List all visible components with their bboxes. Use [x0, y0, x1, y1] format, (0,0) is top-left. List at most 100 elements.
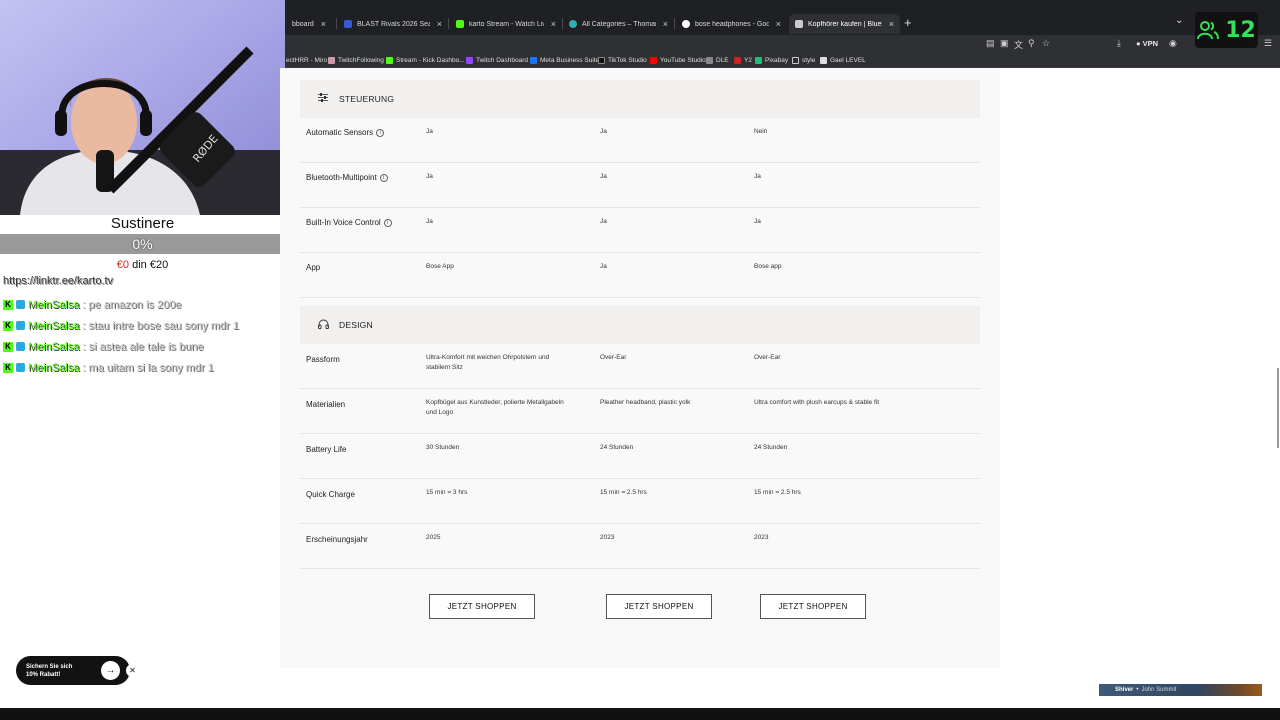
zoom-icon[interactable]: ⚲ — [1028, 38, 1035, 49]
table-row: Quick Charge 15 min = 3 hrs 15 min = 2.5… — [300, 479, 980, 524]
table-cell: Over-Ear — [754, 354, 781, 361]
close-icon[interactable]: × — [321, 19, 326, 29]
kick-badge-icon: K — [3, 362, 13, 373]
row-label: Built-In Voice Control i — [306, 218, 392, 227]
table-cell: Ja — [754, 173, 761, 180]
tab-title: Kopfhörer kaufen | Bluetooth, In — [808, 20, 882, 28]
table-row: Bluetooth-Multipoint i Ja Ja Ja — [300, 163, 980, 208]
bookmark-favicon-icon — [328, 57, 335, 64]
bookmark-item[interactable]: DLE — [706, 55, 729, 66]
section-title: STEUERUNG — [339, 94, 395, 104]
shop-now-button-2[interactable]: JETZT SHOPPEN — [606, 594, 712, 619]
close-icon[interactable]: × — [437, 19, 442, 29]
arrow-right-icon[interactable]: → — [101, 661, 120, 680]
bookmark-label: TikTok Studio — [608, 57, 647, 64]
bookmark-star-icon[interactable]: ☆ — [1042, 38, 1050, 49]
new-tab-button[interactable]: + — [904, 15, 912, 30]
table-cell: Over-Ear — [600, 354, 627, 361]
bookmark-item[interactable]: Stream - Kick Dashbo... — [386, 55, 465, 66]
translate-icon[interactable]: 文 — [1014, 38, 1023, 51]
page-scrollbar[interactable] — [1277, 368, 1279, 448]
bookmark-item[interactable]: style — [792, 55, 815, 66]
screen: bboard × BLAST Rivals 2026 Season 1 ove … — [0, 0, 1280, 720]
browser-tab[interactable]: BLAST Rivals 2026 Season 1 ove × — [338, 14, 448, 34]
bookmark-item[interactable]: Y2 — [734, 55, 752, 66]
row-label: App — [306, 263, 320, 272]
shop-now-button-3[interactable]: JETZT SHOPPEN — [760, 594, 866, 619]
table-cell: Ja — [426, 218, 433, 225]
streamer-webcam-image: RØDE — [0, 0, 285, 215]
close-icon[interactable]: × — [889, 19, 894, 29]
bookmark-item[interactable]: Twitch Dashboard — [466, 55, 528, 66]
extension-icon[interactable]: ◉ — [1169, 38, 1177, 49]
bookmark-label: Stream - Kick Dashbo... — [396, 57, 465, 64]
tab-title: bose headphones - Google Sear — [695, 20, 769, 28]
kick-badge-icon: K — [3, 320, 13, 331]
bookmark-item[interactable]: ectHRR - Miro — [286, 55, 327, 66]
bookmark-item[interactable]: Pixabay — [755, 55, 788, 66]
table-cell: Ultra comfort with plush earcups & stabl… — [754, 399, 879, 406]
bookmark-label: style — [802, 57, 816, 64]
table-cell: 2023 — [600, 534, 615, 541]
browser-tab[interactable]: All Categories – Thomann Intern × — [563, 14, 674, 34]
download-icon[interactable]: ⤓ — [1117, 38, 1121, 49]
bookmark-item[interactable]: Gael LEVEL — [820, 55, 866, 66]
close-icon[interactable]: ✕ — [126, 664, 139, 677]
info-icon[interactable]: i — [383, 218, 392, 227]
promo-text: Sichern Sie sich 10% Rabatt! — [26, 663, 72, 679]
chat-text: : si astea ale tale is bune — [82, 340, 204, 353]
close-icon[interactable]: × — [663, 19, 668, 29]
table-cell: Ja — [754, 218, 761, 225]
track-artist: John Summit — [1141, 687, 1177, 693]
close-icon[interactable]: × — [551, 19, 556, 29]
chat-username: MeinSalsa — [28, 319, 80, 332]
row-label: Automatic Sensors i — [306, 128, 385, 137]
vpn-button[interactable]: ● VPN — [1136, 39, 1158, 48]
reader-icon[interactable]: ▤ — [986, 38, 995, 49]
linktree-link: https://linktr.ee/karto.tv — [3, 275, 114, 287]
info-icon[interactable]: i — [376, 128, 385, 137]
section-title: DESIGN — [339, 320, 373, 330]
bookmark-label: Twitch Dashboard — [476, 57, 529, 64]
bottom-strip — [0, 708, 1280, 720]
row-label-text: Bluetooth-Multipoint — [306, 173, 377, 182]
menu-icon[interactable]: ☰ — [1264, 38, 1272, 49]
bookmark-item[interactable]: YouTube Studio — [650, 55, 706, 66]
chat-username: MeinSalsa — [28, 298, 80, 311]
tab-list-chevron-icon[interactable]: ⌄ — [1175, 15, 1183, 26]
row-label: Passform — [306, 355, 340, 364]
stream-chat: K MeinSalsa : pe amazon is 200e K MeinSa… — [3, 294, 283, 378]
tab-separator — [336, 18, 337, 29]
folder-icon — [792, 57, 799, 64]
table-row: Built-In Voice Control i Ja Ja Ja — [300, 208, 980, 253]
table-cell: 15 min = 3 hrs — [426, 489, 468, 496]
track-separator: • — [1136, 687, 1139, 693]
table-row: App Bose App Ja Bose app — [300, 253, 980, 298]
browser-tab[interactable]: bose headphones - Google Sear × — [676, 14, 787, 34]
info-icon[interactable]: i — [379, 173, 388, 182]
row-label: Materialien — [306, 400, 346, 409]
donation-goal-title: Sustinere — [110, 215, 175, 232]
tab-title: BLAST Rivals 2026 Season 1 ove — [357, 20, 430, 28]
discount-promo-popup[interactable]: Sichern Sie sich 10% Rabatt! → ✕ — [16, 656, 139, 685]
bookmark-label: Gael LEVEL — [830, 57, 866, 64]
table-cell: 30 Stunden — [426, 444, 460, 451]
close-icon[interactable]: × — [776, 19, 781, 29]
bookmark-item[interactable]: TikTok Studio — [598, 55, 647, 66]
bookmark-item[interactable]: Meta Business Suite — [530, 55, 599, 66]
chat-text: : ma uitam si la sony mdr 1 — [82, 361, 214, 374]
browser-tab-active[interactable]: Kopfhörer kaufen | Bluetooth, In × — [789, 14, 900, 34]
browser-tab[interactable]: karto Stream - Watch Live on K × — [450, 14, 562, 34]
table-cell: 15 min = 2.5 hrs — [754, 489, 801, 496]
browser-tab[interactable]: bboard × — [286, 14, 336, 34]
shop-now-button-1[interactable]: JETZT SHOPPEN — [429, 594, 535, 619]
screenshot-icon[interactable]: ▣ — [1000, 38, 1009, 49]
bookmark-item[interactable]: TwitchFollowing — [328, 55, 384, 66]
bookmark-favicon-icon — [820, 57, 827, 64]
track-title: Shiver — [1115, 687, 1134, 693]
bookmark-label: ectHRR - Miro — [286, 57, 328, 64]
tab-title: bboard — [292, 20, 314, 28]
bookmark-label: DLE — [716, 57, 729, 64]
kick-badge-icon: K — [3, 341, 13, 352]
chat-username: MeinSalsa — [28, 340, 80, 353]
